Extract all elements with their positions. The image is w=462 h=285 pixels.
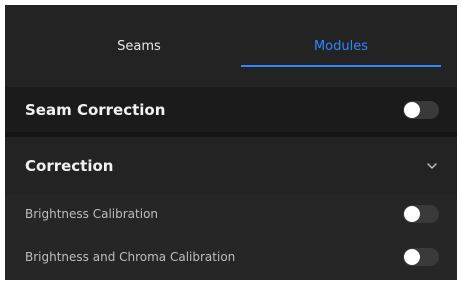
brightness-chroma-calibration-row: Brightness and Chroma Calibration xyxy=(5,233,457,280)
brightness-chroma-calibration-toggle[interactable] xyxy=(403,247,439,266)
settings-panel: Seams Modules Seam Correction Correction… xyxy=(5,5,457,280)
seam-correction-toggle[interactable] xyxy=(403,100,439,119)
active-tab-indicator xyxy=(241,65,441,67)
brightness-chroma-calibration-label: Brightness and Chroma Calibration xyxy=(25,249,236,264)
toggle-knob xyxy=(404,101,420,118)
tab-seams[interactable]: Seams xyxy=(39,5,239,87)
brightness-calibration-label: Brightness Calibration xyxy=(25,207,159,221)
tab-modules-label: Modules xyxy=(313,38,369,54)
toggle-knob xyxy=(404,248,420,265)
tab-modules[interactable]: Modules xyxy=(241,5,441,87)
brightness-calibration-row: Brightness Calibration xyxy=(5,195,457,233)
seam-correction-row: Seam Correction xyxy=(5,87,457,132)
correction-label: Correction xyxy=(25,157,114,175)
chevron-down-icon[interactable] xyxy=(425,159,439,173)
brightness-calibration-toggle[interactable] xyxy=(403,205,439,223)
toggle-knob xyxy=(404,206,420,222)
correction-section-header[interactable]: Correction xyxy=(5,137,457,195)
tab-seams-label: Seams xyxy=(117,38,161,54)
seam-correction-label: Seam Correction xyxy=(25,100,166,119)
tab-bar: Seams Modules xyxy=(5,5,457,87)
